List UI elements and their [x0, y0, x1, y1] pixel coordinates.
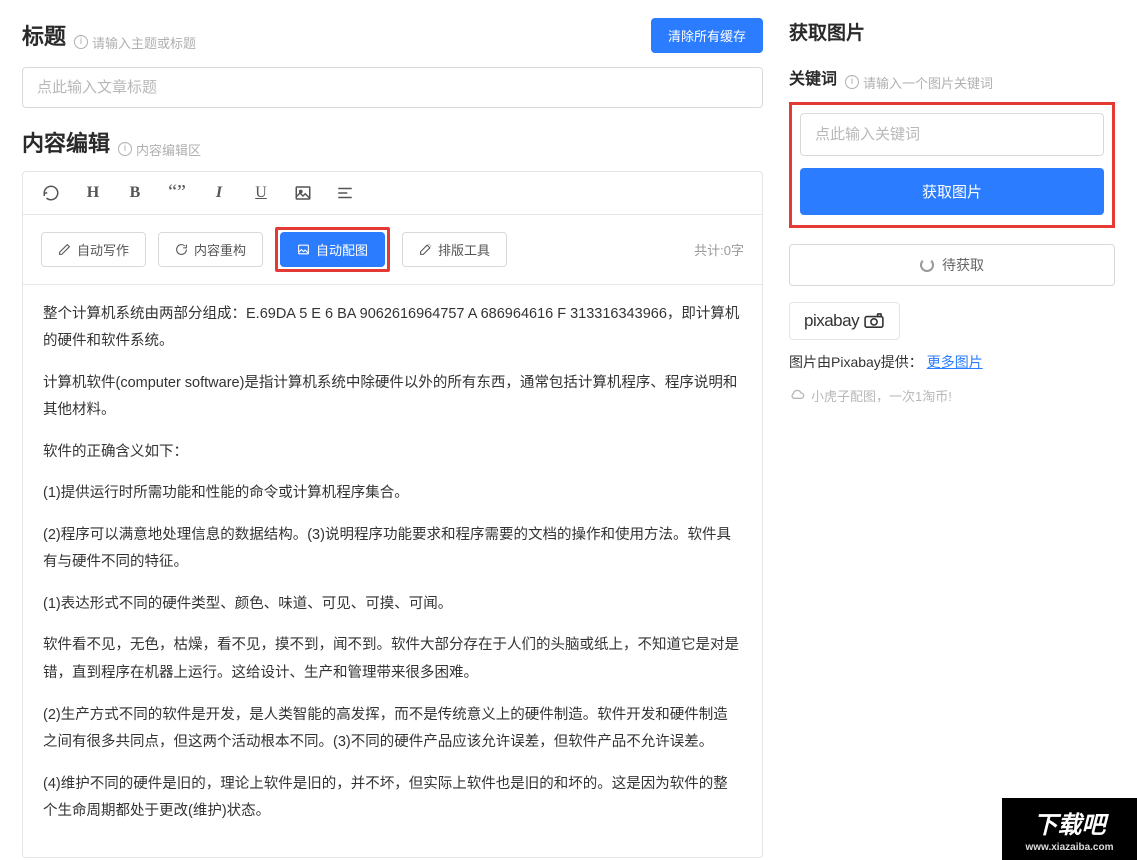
footer-note: 小虎子配图，一次1淘币!	[789, 386, 1115, 405]
restructure-button[interactable]: 内容重构	[158, 232, 263, 267]
editor-paragraph: 整个计算机系统由两部分组成：E.69DA 5 E 6 BA 9062616964…	[43, 301, 742, 356]
info-icon: i	[845, 75, 859, 89]
pending-status: 待获取	[789, 244, 1115, 286]
spinner-icon	[920, 258, 934, 272]
pixabay-logo: pixabay	[789, 302, 900, 340]
word-count: 共计:0字	[694, 240, 744, 259]
format-toolbar: H B “” I U	[23, 172, 762, 215]
title-hint: i 请输入主题或标题	[74, 33, 196, 52]
content-edit-hint: i 内容编辑区	[118, 140, 201, 159]
editor-paragraph: (2)生产方式不同的软件是开发，是人类智能的高发挥，而不是传统意义上的硬件制造。…	[43, 702, 742, 757]
underline-icon[interactable]: U	[251, 183, 271, 203]
auto-image-button[interactable]: 自动配图	[280, 232, 385, 267]
picture-icon	[297, 243, 310, 256]
keyword-input[interactable]	[800, 113, 1104, 156]
align-icon[interactable]	[335, 183, 355, 203]
keyword-highlight-box: 获取图片	[789, 102, 1115, 228]
editor-paragraph: (1)提供运行时所需功能和性能的命令或计算机程序集合。	[43, 480, 742, 508]
editor-paragraph: 软件看不见，无色，枯燥，看不见，摸不到，闻不到。软件大部分存在于人们的头脑或纸上…	[43, 632, 742, 687]
bold-icon[interactable]: B	[125, 183, 145, 203]
auto-image-highlight: 自动配图	[275, 227, 390, 272]
editor-paragraph: (2)程序可以满意地处理信息的数据结构。(3)说明程序功能要求和程序需要的文档的…	[43, 522, 742, 577]
pencil-icon	[58, 243, 71, 256]
keyword-hint: i 请输入一个图片关键词	[845, 73, 993, 92]
editor-paragraph: 软件的正确含义如下：	[43, 439, 742, 467]
image-icon[interactable]	[293, 183, 313, 203]
content-edit-label: 内容编辑	[22, 126, 110, 158]
editor-paragraph: (4)维护不同的硬件是旧的，理论上软件是旧的，并不坏，但实际上软件也是旧的和坏的…	[43, 771, 742, 826]
credit-line: 图片由Pixabay提供： 更多图片	[789, 352, 1115, 372]
title-header: 标题 i 请输入主题或标题 清除所有缓存	[22, 18, 763, 53]
info-icon: i	[118, 142, 132, 156]
watermark: 下载吧 www.xiazaiba.com	[1002, 798, 1137, 860]
refresh-icon	[175, 243, 188, 256]
title-label: 标题	[22, 19, 66, 51]
more-images-link[interactable]: 更多图片	[927, 354, 983, 370]
cloud-icon	[789, 389, 805, 401]
editor-paragraph: (1)表达形式不同的硬件类型、颜色、味道、可见、可摸、可闻。	[43, 591, 742, 619]
editor-body[interactable]: 整个计算机系统由两部分组成：E.69DA 5 E 6 BA 9062616964…	[23, 285, 762, 857]
quote-icon[interactable]: “”	[167, 183, 187, 203]
auto-write-button[interactable]: 自动写作	[41, 232, 146, 267]
layout-tool-button[interactable]: 排版工具	[402, 232, 507, 267]
heading-icon[interactable]: H	[83, 183, 103, 203]
italic-icon[interactable]: I	[209, 183, 229, 203]
editor-card: H B “” I U 自动写作	[22, 171, 763, 858]
camera-icon	[863, 313, 885, 329]
title-input[interactable]	[22, 67, 763, 108]
keyword-label: 关键词	[789, 65, 837, 89]
wand-icon	[419, 243, 432, 256]
undo-icon[interactable]	[41, 183, 61, 203]
info-icon: i	[74, 35, 88, 49]
clear-cache-button[interactable]: 清除所有缓存	[651, 18, 763, 53]
editor-paragraph: 计算机软件(computer software)是指计算机系统中除硬件以外的所有…	[43, 370, 742, 425]
action-toolbar: 自动写作 内容重构 自动配图	[23, 215, 762, 285]
get-image-button[interactable]: 获取图片	[800, 168, 1104, 215]
get-image-title: 获取图片	[789, 18, 1115, 45]
